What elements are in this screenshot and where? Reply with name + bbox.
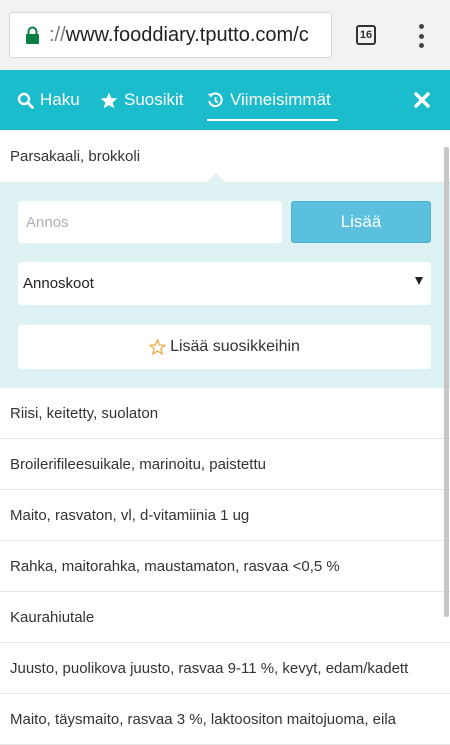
list-item[interactable]: Juusto, puolikova juusto, rasvaa 9-11 %,…: [0, 643, 450, 694]
menu-dot-icon: [418, 24, 424, 29]
food-list: Parsakaali, brokkoli Lisää Annoskoot Lis…: [0, 130, 450, 745]
list-item[interactable]: Maito, rasvaton, vl, d-vitamiinia 1 ug: [0, 490, 450, 541]
add-button[interactable]: Lisää: [291, 201, 431, 243]
portion-size-label: Annoskoot: [23, 275, 94, 292]
scrollbar[interactable]: [444, 147, 449, 617]
portion-size-select[interactable]: Annoskoot: [18, 262, 431, 305]
menu-dot-icon: [418, 43, 424, 48]
active-tab-indicator: [207, 119, 338, 121]
nav-haku-label: Haku: [40, 90, 80, 109]
list-item[interactable]: Rahka, maitorahka, maustamaton, rasvaa <…: [0, 541, 450, 592]
nav-suosikit-label: Suosikit: [124, 90, 184, 109]
close-icon[interactable]: [413, 91, 431, 109]
add-to-favorites-button[interactable]: Lisää suosikkeihin: [18, 325, 431, 369]
tab-switcher-button[interactable]: 16: [356, 25, 376, 45]
nav-haku[interactable]: Haku: [17, 70, 80, 130]
nav-viimeisimmat-label: Viimeisimmät: [230, 90, 331, 109]
nav-suosikit[interactable]: Suosikit: [100, 70, 184, 130]
star-icon: [100, 92, 118, 108]
star-outline-icon: [149, 339, 167, 355]
browser-menu-button[interactable]: [413, 22, 429, 50]
url-host: www.fooddiary.tputto.com/c: [65, 23, 309, 46]
add-to-favorites-label: Lisää suosikkeihin: [170, 338, 300, 355]
panel-caret: [206, 173, 226, 183]
dropdown-arrow-icon: [415, 277, 423, 285]
add-portion-panel: Lisää Annoskoot Lisää suosikkeihin: [0, 173, 450, 388]
portion-input[interactable]: [18, 201, 282, 243]
search-icon: [17, 92, 34, 109]
address-bar[interactable]: ://www.fooddiary.tputto.com/c: [9, 12, 332, 58]
list-item[interactable]: Broilerifileesuikale, marinoitu, paistet…: [0, 439, 450, 490]
url-scheme: ://: [49, 23, 66, 46]
nav-viimeisimmat[interactable]: Viimeisimmät: [207, 70, 331, 130]
lock-icon: [25, 26, 40, 44]
menu-dot-icon: [418, 33, 424, 39]
history-icon: [207, 91, 223, 107]
list-item[interactable]: Riisi, keitetty, suolaton: [0, 388, 450, 439]
list-item[interactable]: Kaurahiutale: [0, 592, 450, 643]
browser-toolbar: ://www.fooddiary.tputto.com/c 16: [0, 0, 450, 70]
app-nav-bar: Haku Suosikit Viimeisimmät: [0, 70, 450, 130]
list-item[interactable]: Maito, täysmaito, rasvaa 3 %, laktoosito…: [0, 694, 450, 745]
